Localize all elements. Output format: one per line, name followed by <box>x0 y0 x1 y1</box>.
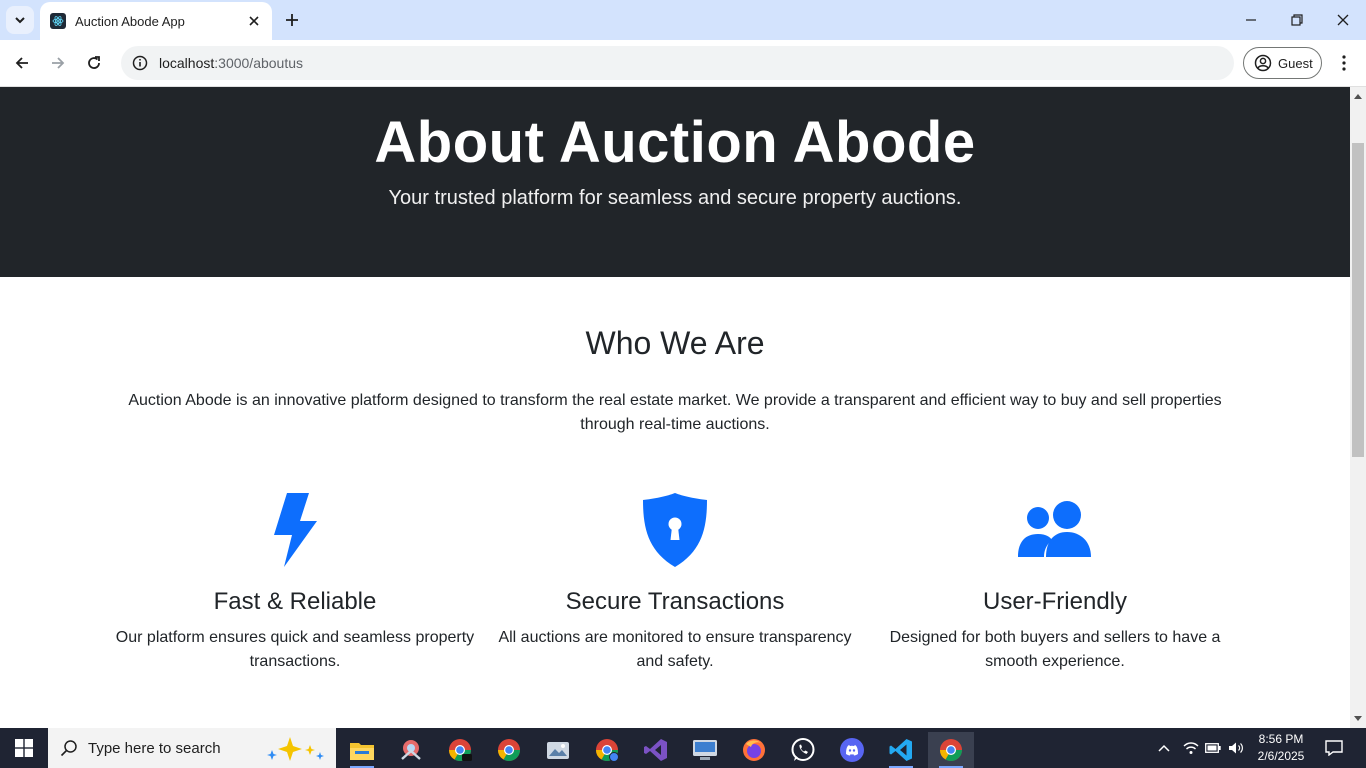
close-icon <box>1337 14 1349 26</box>
clock-date: 2/6/2025 <box>1257 749 1305 763</box>
photo-viewer-icon[interactable] <box>538 732 578 768</box>
whatsapp-icon[interactable] <box>783 732 823 768</box>
file-explorer-icon[interactable] <box>342 732 382 768</box>
url-path: :3000/aboutus <box>214 55 304 71</box>
hero-title: About Auction Abode <box>374 110 976 175</box>
feature-card-user: User-Friendly Designed for both buyers a… <box>865 492 1245 674</box>
feature-title: User-Friendly <box>982 588 1128 615</box>
feature-text: Designed for both buyers and sellers to … <box>889 629 1221 670</box>
section-description: Auction Abode is an innovative platform … <box>128 392 1222 433</box>
browser-tab[interactable]: Auction Abode App <box>40 2 272 40</box>
battery-icon[interactable] <box>1203 728 1223 768</box>
chevron-down-icon <box>15 17 25 24</box>
plus-icon <box>286 14 298 26</box>
more-vert-icon <box>1342 55 1346 71</box>
hero-section: About Auction Abode Your trusted platfor… <box>0 87 1350 277</box>
hero-subtitle: Your trusted platform for seamless and s… <box>388 187 962 209</box>
profile-button[interactable]: Guest <box>1243 47 1322 79</box>
restore-button[interactable] <box>1274 0 1320 40</box>
chrome-icon[interactable] <box>489 732 529 768</box>
arrow-right-icon <box>52 57 65 69</box>
minimize-icon <box>1246 19 1256 21</box>
windows-taskbar: Type here to search 8:56 PM 2/6/2025 <box>0 728 1366 768</box>
taskbar-search-box[interactable]: Type here to search <box>48 728 336 768</box>
sparkle-icon <box>267 737 324 761</box>
back-button[interactable] <box>8 49 36 77</box>
page-viewport: About Auction Abode Your trusted platfor… <box>0 87 1350 728</box>
firefox-icon[interactable] <box>734 732 774 768</box>
shield-lock-icon <box>485 492 865 568</box>
snipping-tool-icon[interactable] <box>391 732 431 768</box>
site-info-icon[interactable] <box>131 54 149 72</box>
browser-tab-bar: Auction Abode App <box>0 0 1366 40</box>
search-placeholder: Type here to search <box>88 739 221 757</box>
taskbar-clock[interactable]: 8:56 PM 2/6/2025 <box>1248 731 1314 765</box>
feature-text: All auctions are monitored to ensure tra… <box>498 629 852 670</box>
react-favicon-icon <box>50 13 66 29</box>
feature-title: Fast & Reliable <box>213 588 377 615</box>
page-scrollbar[interactable] <box>1350 87 1366 728</box>
chrome-canary-icon[interactable] <box>440 732 480 768</box>
tab-title: Auction Abode App <box>75 13 185 29</box>
url-host: localhost <box>159 55 215 71</box>
wifi-icon[interactable] <box>1180 728 1202 768</box>
scroll-up-icon[interactable] <box>1353 91 1363 101</box>
reload-button[interactable] <box>80 49 108 77</box>
search-icon <box>60 740 77 757</box>
users-icon <box>865 492 1245 568</box>
tab-search-button[interactable] <box>6 6 34 34</box>
reload-icon <box>88 56 100 69</box>
clock-time: 8:56 PM <box>1258 732 1304 746</box>
forward-button[interactable] <box>44 49 72 77</box>
tray-chevron-up-icon[interactable] <box>1154 728 1174 768</box>
windows-logo-icon <box>15 739 33 757</box>
vscode-icon[interactable] <box>881 732 921 768</box>
feature-title: Secure Transactions <box>565 588 785 615</box>
volume-icon[interactable] <box>1226 728 1246 768</box>
chrome-profile-icon[interactable] <box>587 732 627 768</box>
restore-icon <box>1291 14 1303 26</box>
notification-icon[interactable] <box>1320 728 1348 768</box>
chrome-active-icon[interactable] <box>928 732 974 768</box>
feature-card-secure: Secure Transactions All auctions are mon… <box>485 492 865 674</box>
close-window-button[interactable] <box>1320 0 1366 40</box>
browser-toolbar: localhost:3000/aboutus Guest <box>0 40 1366 87</box>
scroll-down-icon[interactable] <box>1353 714 1363 724</box>
profile-icon <box>1254 54 1272 72</box>
section-title: Who We Are <box>585 325 765 361</box>
feature-text: Our platform ensures quick and seamless … <box>115 629 475 670</box>
arrow-left-icon <box>15 57 28 69</box>
remote-desktop-icon[interactable] <box>685 732 725 768</box>
scrollbar-thumb[interactable] <box>1352 143 1364 457</box>
profile-label: Guest <box>1278 55 1313 71</box>
browser-menu-button[interactable] <box>1332 49 1356 77</box>
start-button[interactable] <box>0 728 48 768</box>
url-text: localhost:3000/aboutus <box>159 55 303 71</box>
minimize-button[interactable] <box>1228 0 1274 40</box>
lightning-icon <box>105 492 485 568</box>
new-tab-button[interactable] <box>280 8 304 32</box>
feature-card-fast: Fast & Reliable Our platform ensures qui… <box>105 492 485 674</box>
discord-icon[interactable] <box>832 732 872 768</box>
tab-close-icon[interactable] <box>246 13 262 29</box>
visual-studio-icon[interactable] <box>636 732 676 768</box>
address-bar[interactable]: localhost:3000/aboutus <box>121 46 1234 80</box>
